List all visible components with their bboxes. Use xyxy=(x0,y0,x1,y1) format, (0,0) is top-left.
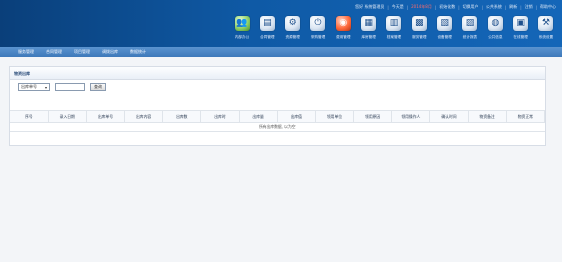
column-header: 出库值 xyxy=(277,110,316,123)
nav-item[interactable]: 数据统计 xyxy=(130,49,146,55)
column-header: 确认时间 xyxy=(429,110,469,123)
monitor-icon: ▣ xyxy=(513,16,529,31)
search-field-select[interactable]: 出库单号 ▾ xyxy=(18,83,50,91)
power-icon: ⏻ xyxy=(310,16,326,31)
module-label: 库房管理 xyxy=(361,35,376,39)
module-toolbar: 👥 内部办公 ▤ 合同管理 ⚙ 资源管理 ⏻ 采购管理 ◉ 费用管理 ▦ 库房管理 ▥ 档案管理 ▩ 服务管理… xyxy=(231,16,557,46)
module-label: 费用管理 xyxy=(336,35,351,39)
empty-message: 所有出库数据, 以为空 xyxy=(10,122,545,132)
column-header: 录入日期 xyxy=(48,110,87,123)
cabinet-icon: ▩ xyxy=(411,16,427,31)
document-icon: ▤ xyxy=(259,16,275,31)
tools-icon: ⚒ xyxy=(538,16,554,31)
top-link[interactable]: 初始化数 xyxy=(439,4,455,10)
query-button[interactable]: 查询 xyxy=(90,83,106,91)
link-separator: | xyxy=(458,4,460,10)
top-link[interactable]: 公共系统 xyxy=(486,4,502,10)
link-separator: | xyxy=(535,4,537,10)
search-field-value: 出库单号 xyxy=(21,84,37,89)
link-separator: | xyxy=(406,4,409,10)
target-icon: ◉ xyxy=(335,16,351,31)
column-header: 序号 xyxy=(10,110,49,123)
column-header: 物资备注 xyxy=(468,110,507,123)
module-button[interactable]: ▥ 档案管理 xyxy=(383,16,405,46)
module-label: 统计报表 xyxy=(462,35,478,39)
column-header: 领用操作人 xyxy=(391,110,431,123)
table-empty-row: 所有出库数据, 以为空 xyxy=(10,122,545,132)
globe-icon: ◍ xyxy=(487,16,503,31)
top-link[interactable]: 切换用户 xyxy=(463,4,479,10)
nav-item[interactable]: 调拨出库 xyxy=(102,49,118,55)
table-header-row: 序号 录入日期 出库单号 出库内容 出库数 出库时 出库量 出库值 领用单位 领用原因 领用操作人确… xyxy=(10,110,546,123)
file-icon: ▦ xyxy=(361,16,377,31)
column-header: 领用原因 xyxy=(353,110,393,123)
module-button[interactable]: ▦ 库房管理 xyxy=(358,16,380,46)
module-label: 内部办公 xyxy=(234,35,250,39)
nav-bar: 服务管理 合同管理 项目管理 调拨出库 数据统计 xyxy=(0,47,562,57)
module-label: 设备管理 xyxy=(437,35,452,39)
people-icon: 👥 xyxy=(234,16,250,31)
module-button[interactable]: ▨ 统计报表 xyxy=(459,16,481,46)
module-label: 合同管理 xyxy=(260,35,275,39)
search-input[interactable] xyxy=(55,83,85,91)
nav-item[interactable]: 合同管理 xyxy=(46,49,62,55)
top-links: 您好 系统管理员 | 今天是 | 2014年8月 | 初始化数 | 切换用户 | 公共系统 | 刷新 | 注… xyxy=(355,4,556,10)
column-header: 出库量 xyxy=(239,110,278,123)
panel-title: 物资出库 xyxy=(10,67,545,80)
module-button[interactable]: ▧ 设备管理 xyxy=(434,16,456,46)
module-button[interactable]: ◍ 公共信息 xyxy=(484,16,506,46)
column-header: 出库单号 xyxy=(86,110,126,123)
link-separator: | xyxy=(504,4,507,10)
chart-icon: ▧ xyxy=(437,16,453,31)
module-button[interactable]: ⏻ 采购管理 xyxy=(307,16,329,46)
module-label: 服务管理 xyxy=(412,35,427,39)
link-separator: | xyxy=(520,4,522,10)
module-label: 公共信息 xyxy=(488,35,503,39)
module-button[interactable]: 👥 内部办公 xyxy=(231,16,253,46)
data-table: 序号 录入日期 出库单号 出库内容 出库数 出库时 出库量 出库值 领用单位 领用原因 领用操作人确… xyxy=(10,110,546,132)
module-label: 资源管理 xyxy=(285,35,300,39)
column-header: 物资正常 xyxy=(506,110,546,123)
module-button[interactable]: ▣ 在线管理 xyxy=(510,16,532,46)
module-label: 系统设置 xyxy=(538,35,554,39)
module-label: 档案管理 xyxy=(386,35,402,39)
report-icon: ▨ xyxy=(462,16,478,31)
book-icon: ▥ xyxy=(386,16,402,31)
module-button[interactable]: ⚙ 资源管理 xyxy=(282,16,304,46)
app-header: 您好 系统管理员 | 今天是 | 2014年8月 | 初始化数 | 切换用户 | 公共系统 | 刷新 | 注… xyxy=(0,0,562,47)
top-link[interactable]: 帮助中心 xyxy=(540,4,556,10)
module-label: 在线管理 xyxy=(513,35,528,39)
column-header: 出库数 xyxy=(162,110,202,123)
gear-icon: ⚙ xyxy=(285,16,301,31)
module-button[interactable]: ▩ 服务管理 xyxy=(408,16,430,46)
module-button[interactable]: ⚒ 系统设置 xyxy=(535,16,557,46)
nav-item[interactable]: 服务管理 xyxy=(18,49,34,55)
date-text: 2014年8月 xyxy=(411,4,432,9)
chevron-down-icon: ▾ xyxy=(44,84,47,90)
top-link[interactable]: 刷新 xyxy=(509,4,517,10)
nav-item[interactable]: 项目管理 xyxy=(74,49,90,55)
column-header: 出库内容 xyxy=(124,110,164,123)
link-separator: | xyxy=(387,4,389,10)
content-panel: 物资出库 出库单号 ▾ 查询 序号 录入日期 出库单号 出库内容 出库数 出库时 出库量 出库… xyxy=(9,66,546,146)
top-link: 您好 系统管理员 xyxy=(355,4,385,9)
module-label: 采购管理 xyxy=(310,35,326,39)
link-separator: | xyxy=(434,4,437,10)
column-header: 出库时 xyxy=(200,110,240,123)
module-button[interactable]: ◉ 费用管理 xyxy=(332,16,354,46)
module-button[interactable]: ▤ 合同管理 xyxy=(256,16,278,46)
column-header: 领用单位 xyxy=(315,110,355,123)
top-link: 今天是 xyxy=(391,4,404,9)
link-separator: | xyxy=(481,4,483,10)
top-link[interactable]: 注销 xyxy=(525,4,533,10)
filter-row: 出库单号 ▾ 查询 xyxy=(18,83,106,91)
